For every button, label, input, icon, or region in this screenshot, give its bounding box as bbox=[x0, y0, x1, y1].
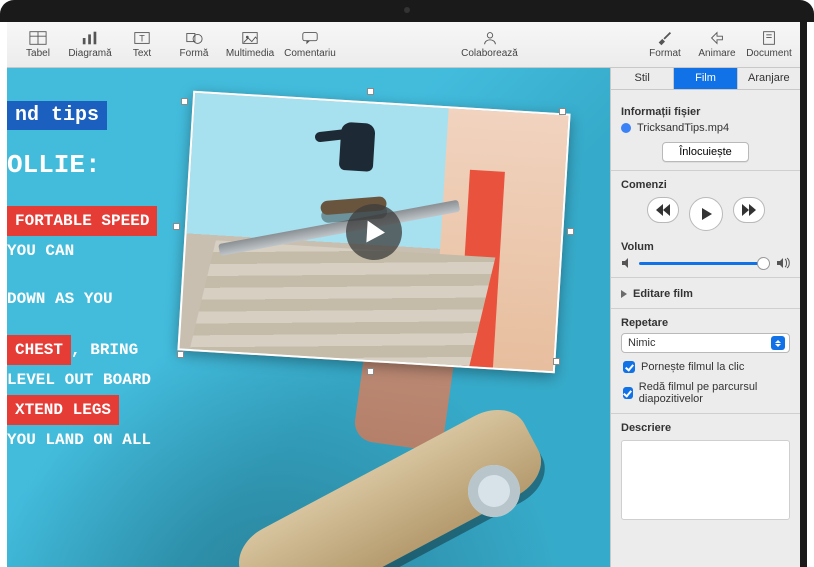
title-badge: nd tips bbox=[7, 101, 107, 130]
inspector-tabs: Stil Film Aranjare bbox=[611, 68, 800, 90]
filename: TricksandTips.mp4 bbox=[637, 122, 729, 134]
toolbar-multimedia[interactable]: Multimedia bbox=[221, 25, 279, 65]
toolbar-colaboreaza[interactable]: Colaborează bbox=[461, 25, 519, 65]
toolbar-label: Document bbox=[746, 48, 792, 59]
toolbar-animare[interactable]: Animare bbox=[692, 25, 742, 65]
toolbar: Tabel Diagramă T Text Formă Multimedia bbox=[7, 22, 800, 68]
video-skater bbox=[318, 121, 393, 215]
shape-icon bbox=[185, 30, 203, 46]
slide-canvas[interactable]: nd tips OLLIE: FORTABLE SPEED YOU CAN DO… bbox=[7, 68, 610, 567]
tab-stil[interactable]: Stil bbox=[611, 68, 674, 89]
checkbox-label: Pornește filmul la clic bbox=[641, 361, 744, 373]
checkbox-checked-icon bbox=[623, 361, 635, 373]
toolbar-text[interactable]: T Text bbox=[117, 25, 167, 65]
toolbar-label: Comentariu bbox=[284, 48, 336, 59]
selection-handle[interactable] bbox=[173, 223, 180, 230]
file-info-label: Informații fișier bbox=[621, 106, 790, 118]
selection-handle[interactable] bbox=[367, 368, 374, 375]
start-on-click-checkbox[interactable]: Pornește filmul la clic bbox=[621, 361, 790, 373]
repeat-label: Repetare bbox=[621, 317, 790, 329]
animate-icon bbox=[708, 30, 726, 46]
hl: XTEND LEGS bbox=[7, 395, 119, 425]
description-label: Descriere bbox=[621, 422, 790, 434]
comment-icon bbox=[301, 30, 319, 46]
txt: YOU CAN bbox=[7, 242, 74, 260]
toolbar-label: Text bbox=[133, 48, 151, 59]
txt: , BRING bbox=[71, 341, 138, 359]
repeat-select[interactable]: Nimic bbox=[621, 333, 790, 353]
controls-label: Comenzi bbox=[621, 179, 790, 191]
toolbar-tabel[interactable]: Tabel bbox=[13, 25, 63, 65]
selection-handle[interactable] bbox=[181, 98, 188, 105]
rewind-button[interactable] bbox=[647, 197, 679, 223]
volume-thumb[interactable] bbox=[757, 257, 770, 270]
selection-handle[interactable] bbox=[553, 358, 560, 365]
forward-button[interactable] bbox=[733, 197, 765, 223]
inspector-sidebar: Stil Film Aranjare Informații fișier Tri… bbox=[610, 68, 800, 567]
media-icon bbox=[241, 30, 259, 46]
toolbar-label: Tabel bbox=[26, 48, 50, 59]
txt: LEVEL OUT BOARD bbox=[7, 371, 151, 389]
volume-low-icon bbox=[621, 257, 633, 269]
text-icon: T bbox=[133, 30, 151, 46]
select-caret-icon bbox=[771, 336, 785, 350]
volume-high-icon bbox=[776, 257, 790, 269]
svg-text:T: T bbox=[139, 34, 145, 44]
collaborate-icon bbox=[481, 30, 499, 46]
video-object[interactable] bbox=[177, 91, 570, 374]
subtitle: OLLIE: bbox=[7, 150, 157, 180]
play-button[interactable] bbox=[689, 197, 723, 231]
volume-label: Volum bbox=[621, 241, 790, 253]
chevron-right-icon bbox=[621, 290, 627, 298]
toolbar-forma[interactable]: Formă bbox=[169, 25, 219, 65]
replace-button[interactable]: Înlocuiește bbox=[662, 142, 749, 162]
selection-handle[interactable] bbox=[367, 88, 374, 95]
description-textarea[interactable] bbox=[621, 440, 790, 520]
info-dot-icon bbox=[621, 123, 631, 133]
toolbar-label: Colaborează bbox=[461, 48, 518, 59]
selection-handle[interactable] bbox=[177, 351, 184, 358]
volume-slider[interactable] bbox=[639, 262, 770, 265]
toolbar-label: Multimedia bbox=[226, 48, 274, 59]
table-icon bbox=[29, 30, 47, 46]
play-across-checkbox[interactable]: Redă filmul pe parcursul diapozitivelor bbox=[621, 381, 790, 405]
hl: FORTABLE SPEED bbox=[7, 206, 157, 236]
checkbox-label: Redă filmul pe parcursul diapozitivelor bbox=[639, 381, 790, 405]
slide-text-block: nd tips OLLIE: FORTABLE SPEED YOU CAN DO… bbox=[7, 98, 157, 455]
edit-movie-label: Editare film bbox=[633, 288, 693, 300]
chart-icon bbox=[81, 30, 99, 46]
brush-icon bbox=[656, 30, 674, 46]
toolbar-label: Formă bbox=[180, 48, 209, 59]
toolbar-document[interactable]: Document bbox=[744, 25, 794, 65]
toolbar-comentariu[interactable]: Comentariu bbox=[281, 25, 339, 65]
hl: CHEST bbox=[7, 335, 71, 365]
tab-aranjare[interactable]: Aranjare bbox=[738, 68, 800, 89]
document-icon bbox=[760, 30, 778, 46]
toolbar-diagrama[interactable]: Diagramă bbox=[65, 25, 115, 65]
tab-film[interactable]: Film bbox=[674, 68, 737, 89]
txt: DOWN AS YOU bbox=[7, 290, 113, 308]
selection-handle[interactable] bbox=[567, 228, 574, 235]
selection-handle[interactable] bbox=[559, 108, 566, 115]
toolbar-label: Animare bbox=[698, 48, 735, 59]
toolbar-label: Format bbox=[649, 48, 681, 59]
toolbar-label: Diagramă bbox=[68, 48, 111, 59]
checkbox-checked-icon bbox=[623, 387, 633, 399]
repeat-value: Nimic bbox=[628, 337, 656, 349]
video-stairs bbox=[190, 240, 496, 366]
edit-movie-disclosure[interactable]: Editare film bbox=[621, 288, 790, 300]
toolbar-format[interactable]: Format bbox=[640, 25, 690, 65]
txt: YOU LAND ON ALL bbox=[7, 431, 151, 449]
